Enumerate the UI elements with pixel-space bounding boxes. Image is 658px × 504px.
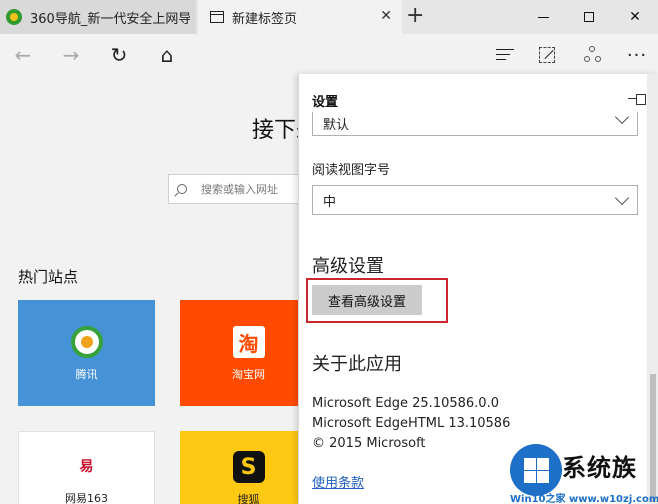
top-site-tile-netease[interactable]: 易 网易163 <box>18 431 155 504</box>
sohu-logo-icon: S <box>232 451 265 483</box>
settings-title: 设置 <box>312 95 339 110</box>
reading-view-font-size-select[interactable]: 中 <box>312 185 638 215</box>
pin-icon[interactable] <box>628 94 646 105</box>
web-note-button[interactable] <box>532 40 562 70</box>
home-icon[interactable]: ⌂ <box>152 40 182 70</box>
tile-label: 淘宝网 <box>232 368 265 381</box>
search-box[interactable] <box>168 174 311 204</box>
about-app-heading: 关于此应用 <box>312 354 402 375</box>
tab-close-icon[interactable]: ✕ <box>380 8 392 24</box>
hub-button[interactable] <box>490 40 520 70</box>
top-sites-title: 热门站点 <box>18 268 79 286</box>
tab-label: 360导航_新一代安全上网导航 <box>30 11 190 27</box>
tile-label: 搜狐 <box>237 493 260 504</box>
top-site-tile-tencent[interactable]: 腾讯 <box>18 300 155 406</box>
view-advanced-settings-button[interactable]: 查看高级设置 <box>312 285 422 315</box>
search-icon <box>177 184 187 194</box>
chevron-down-icon <box>614 109 630 125</box>
refresh-icon[interactable]: ↻ <box>104 40 134 70</box>
search-input[interactable] <box>201 182 311 196</box>
back-arrow-icon[interactable]: ← <box>8 40 38 70</box>
360-favicon-icon <box>6 9 22 25</box>
copyright: © 2015 Microsoft <box>312 436 426 451</box>
reading-view-font-size-label: 阅读视图字号 <box>312 163 391 178</box>
tab-360-navigation[interactable]: 360导航_新一代安全上网导航 <box>0 0 196 34</box>
watermark: 系统族 Win10之家 www.w10zj.com <box>510 440 658 504</box>
minimize-icon <box>537 16 549 18</box>
tile-label: 腾讯 <box>75 368 98 381</box>
share-icon <box>584 46 602 64</box>
page-icon <box>210 11 224 23</box>
chevron-down-icon <box>614 190 630 206</box>
select-value: 中 <box>323 194 337 210</box>
taobao-logo-icon: 淘 <box>232 326 265 358</box>
browser-window: 360导航_新一代安全上网导航 新建标签页 ✕ + ✕ ← → ↻ ⌂ ··· … <box>0 0 658 504</box>
new-tab-button[interactable]: + <box>406 4 424 28</box>
close-window-button[interactable]: ✕ <box>612 0 658 34</box>
netease-logo-icon: 易 <box>79 459 94 475</box>
terms-of-use-link[interactable]: 使用条款 <box>312 472 364 491</box>
edge-version: Microsoft Edge 25.10586.0.0 <box>312 396 499 411</box>
top-site-tile-sohu[interactable]: S 搜狐 <box>180 431 317 504</box>
select-value: 默认 <box>323 118 350 133</box>
default-select[interactable]: 默认 <box>312 109 638 136</box>
hub-icon <box>496 49 514 61</box>
minimize-button[interactable] <box>520 0 566 34</box>
top-site-tile-taobao[interactable]: 淘 淘宝网 <box>180 300 317 406</box>
maximize-button[interactable] <box>566 0 612 34</box>
advanced-settings-heading: 高级设置 <box>312 256 384 277</box>
tencent-logo-icon <box>70 326 103 358</box>
tab-new-tab[interactable]: 新建标签页 ✕ <box>198 0 402 34</box>
edgehtml-version: Microsoft EdgeHTML 13.10586 <box>312 416 511 431</box>
web-note-icon <box>539 47 555 63</box>
share-button[interactable] <box>578 40 608 70</box>
forward-arrow-icon[interactable]: → <box>56 40 86 70</box>
more-icon[interactable]: ··· <box>622 40 652 70</box>
windows-logo-icon <box>510 444 562 496</box>
watermark-text: 系统族 <box>562 454 637 482</box>
tile-label: 网易163 <box>65 492 108 504</box>
navigation-bar: ← → ↻ ⌂ ··· <box>0 34 658 76</box>
maximize-icon <box>584 12 594 22</box>
new-tab-page: 接下来 热门站点 腾讯 淘 淘宝网 易 网易163 S 搜狐 <box>0 76 318 504</box>
tab-bar: 360导航_新一代安全上网导航 新建标签页 ✕ + ✕ <box>0 0 658 34</box>
watermark-url: Win10之家 www.w10zj.com <box>510 494 658 504</box>
tab-label: 新建标签页 <box>232 11 298 27</box>
